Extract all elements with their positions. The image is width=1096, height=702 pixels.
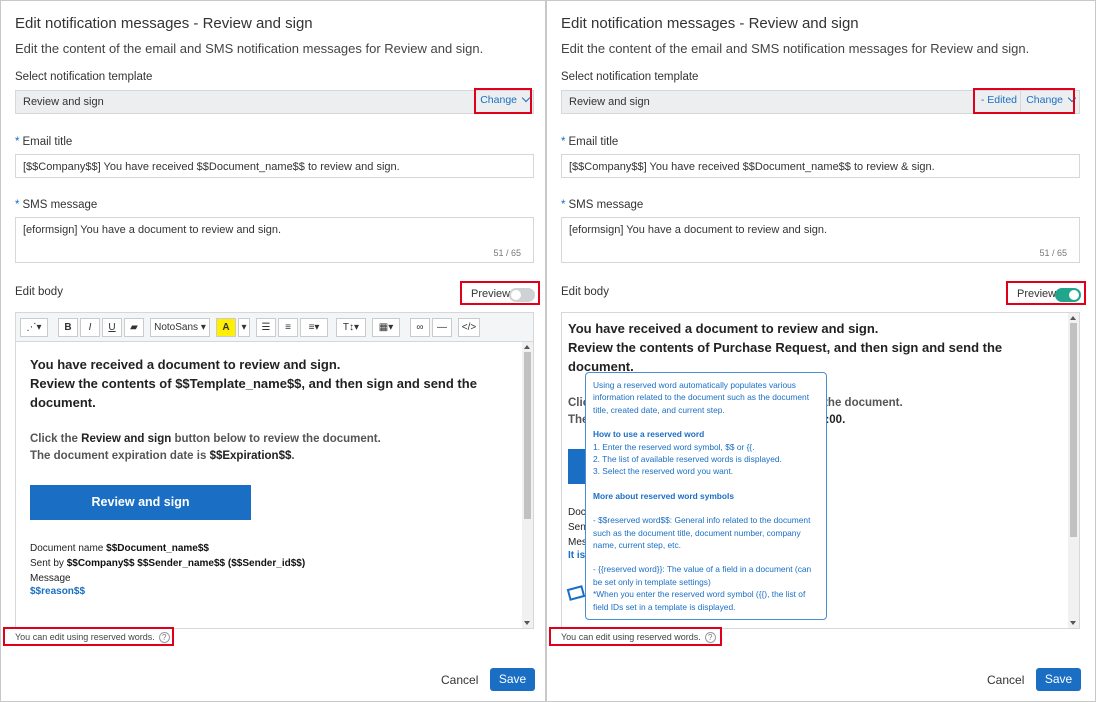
align-icon[interactable]: ≡▾ <box>300 318 328 337</box>
editor-scrollbar[interactable] <box>522 342 533 628</box>
tooltip-symbol-dollar: - $$reserved word$$: General info relate… <box>593 515 811 551</box>
font-select[interactable]: NotoSans ▾ <box>150 318 210 337</box>
scroll-thumb[interactable] <box>1070 323 1077 537</box>
eraser-icon[interactable]: ▰ <box>124 318 144 337</box>
text-color-button[interactable]: A <box>216 318 236 337</box>
body-expiration-line: The document expiration date is $$Expira… <box>30 450 295 462</box>
tooltip-step-2: 2. The list of available reserved words … <box>593 454 782 465</box>
link-icon[interactable]: ∞ <box>410 318 430 337</box>
sms-label: * SMS message <box>561 199 644 211</box>
scroll-up-arrow[interactable] <box>1070 316 1076 320</box>
sms-counter: 51 / 65 <box>493 248 521 258</box>
tooltip-intro: Using a reserved word automatically popu… <box>593 380 810 415</box>
tooltip-symbol-note: *When you enter the reserved word symbol… <box>593 589 806 612</box>
highlight-box <box>1006 281 1086 305</box>
editor-content[interactable]: You have received a document to review a… <box>30 355 515 597</box>
reason-placeholder: $$reason$$ <box>30 586 86 597</box>
email-title-label: * Email title <box>561 136 619 148</box>
editor-toolbar: ⋰▾ B I U ▰ NotoSans ▾ A ▾ ☰ ≡ ≡▾ T↕▾ ▦▾ … <box>16 313 533 342</box>
tooltip-more-heading: More about reserved word symbols <box>593 490 735 501</box>
cancel-button[interactable]: Cancel <box>987 673 1024 687</box>
font-size-button[interactable]: T↕▾ <box>336 318 366 337</box>
tooltip-symbol-brace: - {{reserved word}}: The value of a fiel… <box>593 564 812 587</box>
template-value: Review and sign <box>23 96 104 108</box>
email-title-label: * Email title <box>15 136 73 148</box>
code-view-button[interactable]: </> <box>458 318 480 337</box>
email-title-input[interactable]: [$$Company$$] You have received $$Docume… <box>15 154 534 178</box>
dialog-subtitle: Edit the content of the email and SMS no… <box>561 41 1030 56</box>
document-name-line: Document name $$Document_name$$ <box>30 543 209 554</box>
italic-button[interactable]: I <box>80 318 100 337</box>
scroll-thumb[interactable] <box>524 352 531 519</box>
template-select[interactable]: Review and sign Change <box>15 90 534 114</box>
template-value: Review and sign <box>569 96 650 108</box>
left-panel: Edit notification messages - Review and … <box>0 0 546 702</box>
tooltip-step-3: 3. Select the reserved word you want. <box>593 466 734 477</box>
sms-textarea[interactable]: [eformsign] You have a document to revie… <box>15 217 534 263</box>
preview-scrollbar[interactable] <box>1068 313 1079 628</box>
body-click-line: Click the Review and sign button below t… <box>30 433 381 445</box>
body-line-2: Review the contents of $$Template_name$$… <box>30 376 477 410</box>
body-line-1: You have received a document to review a… <box>568 321 879 336</box>
review-and-sign-button[interactable]: Review and sign <box>30 485 251 520</box>
save-button[interactable]: Save <box>490 668 535 691</box>
sent-by-line: Sent by $$Company$$ $$Sender_name$$ ($$S… <box>30 558 306 569</box>
tooltip-step-1: 1. Enter the reserved word symbol, $$ or… <box>593 441 755 452</box>
body-editor[interactable]: ⋰▾ B I U ▰ NotoSans ▾ A ▾ ☰ ≡ ≡▾ T↕▾ ▦▾ … <box>15 312 534 629</box>
reserved-words-tooltip: Using a reserved word automatically popu… <box>585 372 827 620</box>
scroll-down-arrow[interactable] <box>524 621 530 625</box>
template-label: Select notification template <box>561 71 699 83</box>
highlight-box <box>474 88 532 114</box>
sms-counter: 51 / 65 <box>1039 248 1067 258</box>
dialog-title: Edit notification messages - Review and … <box>561 15 859 32</box>
underline-button[interactable]: U <box>102 318 122 337</box>
template-label: Select notification template <box>15 71 153 83</box>
sms-label: * SMS message <box>15 199 98 211</box>
bullet-list-icon[interactable]: ☰ <box>256 318 276 337</box>
tooltip-howto-heading: How to use a reserved word <box>593 429 705 440</box>
magic-wand-icon[interactable]: ⋰▾ <box>20 318 48 337</box>
envelope-icon <box>566 585 586 601</box>
dialog-title: Edit notification messages - Review and … <box>15 15 313 32</box>
horizontal-rule-icon[interactable]: — <box>432 318 452 337</box>
numbered-list-icon[interactable]: ≡ <box>278 318 298 337</box>
scroll-down-arrow[interactable] <box>1070 621 1076 625</box>
chevron-down-icon[interactable]: ▾ <box>238 318 250 337</box>
message-label: Message <box>30 573 71 584</box>
scroll-up-arrow[interactable] <box>524 345 530 349</box>
edit-body-label: Edit body <box>561 286 609 298</box>
highlight-box <box>3 627 174 646</box>
email-title-input[interactable]: [$$Company$$] You have received $$Docume… <box>561 154 1080 178</box>
highlight-box <box>549 627 722 646</box>
highlight-box <box>973 88 1075 114</box>
highlight-box <box>460 281 540 305</box>
body-line-1: You have received a document to review a… <box>30 357 341 372</box>
save-button[interactable]: Save <box>1036 668 1081 691</box>
bold-button[interactable]: B <box>58 318 78 337</box>
body-line-2: Review the contents of Purchase Request,… <box>568 340 1003 374</box>
table-button[interactable]: ▦▾ <box>372 318 400 337</box>
review-and-sign-button[interactable] <box>568 449 586 484</box>
sms-textarea[interactable]: [eformsign] You have a document to revie… <box>561 217 1080 263</box>
cancel-button[interactable]: Cancel <box>441 673 478 687</box>
edit-body-label: Edit body <box>15 286 63 298</box>
dialog-subtitle: Edit the content of the email and SMS no… <box>15 41 484 56</box>
